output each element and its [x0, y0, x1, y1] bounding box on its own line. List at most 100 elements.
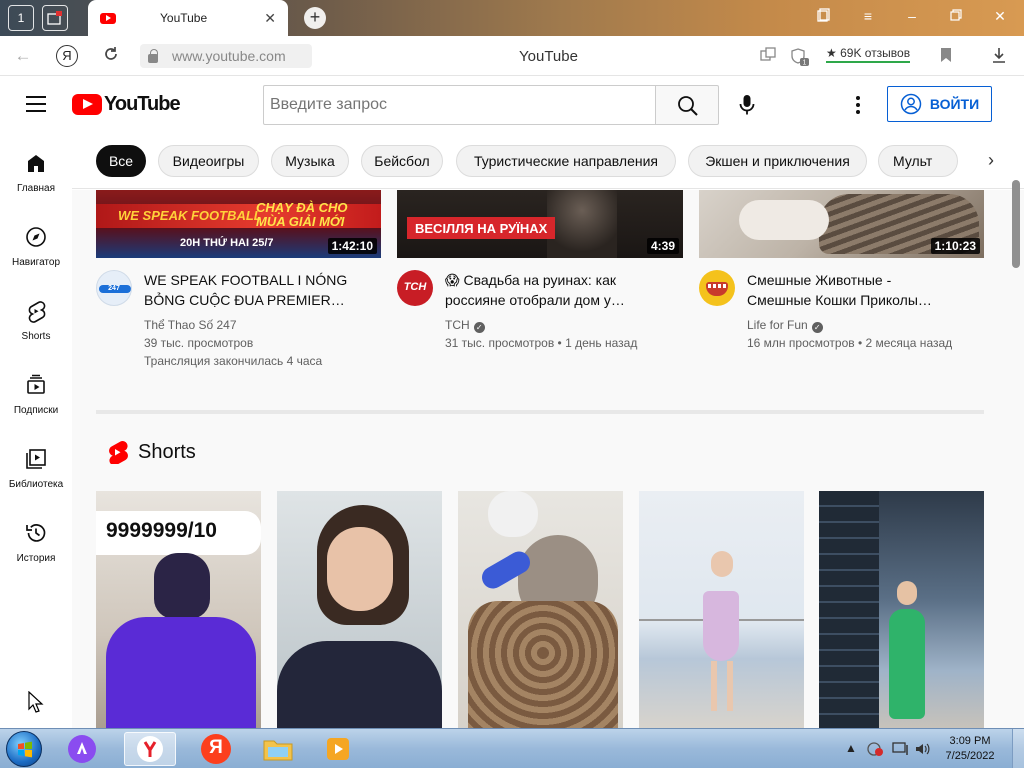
reviews-link[interactable]: ★ 69K отзывов [826, 46, 911, 63]
back-icon[interactable]: ← [12, 46, 34, 66]
restore-icon[interactable] [946, 8, 966, 24]
chip-all[interactable]: Все [96, 145, 146, 177]
chip-action-adventure[interactable]: Экшен и приключения [688, 145, 867, 177]
verified-icon: ✓ [811, 322, 823, 333]
menu-icon[interactable]: ≡ [858, 8, 878, 24]
youtube-header: YouTube ВОЙТИ [0, 77, 1024, 133]
close-tab-icon[interactable]: ✕ [264, 10, 276, 27]
short-item[interactable] [639, 491, 804, 728]
tab-counter: 1 [17, 11, 25, 25]
channel-avatar[interactable] [699, 270, 735, 306]
page-title: YouTube [519, 48, 578, 65]
page-scrollbar[interactable] [1012, 180, 1020, 268]
bookmark-icon[interactable] [940, 47, 952, 67]
upload-age: Трансляция закончилась 4 часа [144, 354, 323, 368]
video-title[interactable]: Смешные Животные - Смешные Кошки Приколы… [747, 270, 932, 310]
channel-name[interactable]: Life for Fun [747, 318, 808, 332]
tray-network-alert-icon[interactable] [866, 741, 884, 760]
sign-in-button[interactable]: ВОЙТИ [887, 86, 992, 122]
taskbar-yandex-browser[interactable] [124, 732, 176, 766]
account-icon [900, 93, 922, 115]
search-input[interactable] [263, 85, 656, 125]
video-duration: 1:42:10 [327, 238, 377, 254]
short-item[interactable] [458, 491, 623, 728]
search-button[interactable] [655, 85, 719, 125]
yandex-button[interactable]: Я [56, 45, 78, 67]
start-button[interactable] [6, 731, 42, 767]
minimize-icon[interactable]: – [902, 8, 922, 24]
tab-youtube[interactable]: YouTube ✕ [88, 0, 288, 36]
channel-avatar[interactable]: ТСН [397, 270, 433, 306]
chip-travel[interactable]: Туристические направления [456, 145, 676, 177]
compass-icon [26, 227, 46, 247]
video-duration: 4:39 [646, 238, 679, 254]
guide-item-library[interactable]: Библиотека [0, 437, 72, 511]
chip-cartoons[interactable]: Мульт [878, 145, 958, 177]
subscriptions-icon [27, 374, 45, 394]
url-field[interactable]: www.youtube.com [140, 44, 312, 68]
channel-name[interactable]: ТСН [445, 318, 470, 332]
system-clock[interactable]: 3:09 PM 7/25/2022 [938, 734, 1002, 764]
youtube-logo[interactable]: YouTube [72, 93, 181, 116]
tabs-manager-icon[interactable] [42, 5, 68, 31]
short-item[interactable]: 9999999/10 [96, 491, 261, 728]
channel-name[interactable]: Thể Thao Số 247 [144, 318, 237, 332]
guide-label-home: Главная [16, 183, 56, 194]
voice-search-button[interactable] [731, 89, 763, 121]
download-icon[interactable] [992, 47, 1006, 67]
shorts-shelf-header: Shorts [106, 440, 196, 464]
tray-expand-icon[interactable]: ▲ [845, 741, 857, 755]
short-item[interactable] [819, 491, 984, 728]
video-duration: 1:10:23 [930, 238, 980, 254]
show-desktop-button[interactable] [1012, 729, 1024, 768]
bookmarks-panel-icon[interactable] [814, 8, 834, 25]
settings-more-icon[interactable] [848, 93, 868, 117]
translate-icon[interactable] [760, 47, 776, 67]
tray-monitor-icon[interactable] [892, 741, 910, 760]
tray-volume-icon[interactable] [914, 741, 932, 760]
guide-item-subscriptions[interactable]: Подписки [0, 363, 72, 437]
svg-text:1: 1 [803, 60, 807, 67]
short-item[interactable] [277, 491, 442, 728]
video-thumbnail[interactable]: ВЕСІЛЛЯ НА РУЇНАХ 4:39 [397, 190, 683, 258]
sign-in-label: ВОЙТИ [929, 96, 980, 112]
verified-icon: ✓ [473, 322, 485, 333]
guide-item-home[interactable]: Главная [0, 141, 72, 215]
short-overlay-text: 9999999/10 [106, 519, 217, 542]
taskbar-media-player[interactable] [312, 732, 364, 766]
video-thumbnail[interactable]: WE SPEAK FOOTBALL CHẠY ĐÀ CHO MÙA GIẢI M… [96, 190, 381, 258]
media-player-icon [327, 738, 349, 760]
lock-icon[interactable] [148, 48, 158, 63]
taskbar-yandex[interactable]: Я [190, 732, 242, 766]
video-title[interactable]: 😱 Свадьба на руинах: как россияне отобра… [445, 270, 625, 310]
view-count: 39 тыс. просмотров [144, 336, 254, 350]
video-title-line: Смешные Кошки Приколы… [747, 292, 932, 308]
close-window-icon[interactable]: ✕ [990, 8, 1010, 25]
guide-item-history[interactable]: История [0, 511, 72, 585]
taskbar-explorer[interactable] [252, 732, 304, 766]
tab-counter-button[interactable]: 1 [8, 5, 34, 31]
guide-item-explore[interactable]: Навигатор [0, 215, 72, 289]
thumbnail-text: CHẠY ĐÀ CHO MÙA GIẢI MỚI [256, 200, 348, 229]
protect-shield-icon[interactable]: 1 [790, 47, 810, 71]
chip-music[interactable]: Музыка [271, 145, 349, 177]
video-meta: Thể Thao Số 247 39 тыс. просмотров Транс… [144, 316, 322, 370]
chips-next-arrow-icon[interactable]: › [988, 150, 994, 171]
chip-videogames[interactable]: Видеоигры [158, 145, 259, 177]
chip-baseball[interactable]: Бейсбол [361, 145, 443, 177]
guide-label-library: Библиотека [8, 479, 64, 490]
video-title-line: россияне отобрали дом у… [445, 292, 625, 308]
guide-menu-icon[interactable] [26, 96, 46, 112]
youtube-favicon-icon [100, 12, 116, 24]
alice-assistant-button[interactable] [56, 732, 108, 766]
guide-item-shorts[interactable]: Shorts [0, 289, 72, 363]
section-divider [96, 410, 984, 414]
video-title[interactable]: WE SPEAK FOOTBALL I NÓNG BỎNG CUỘC ĐUA P… [144, 270, 347, 310]
youtube-logo-text: YouTube [104, 93, 181, 115]
reload-icon[interactable] [100, 46, 122, 67]
view-count: 16 млн просмотров [747, 336, 855, 350]
new-tab-button[interactable]: + [304, 7, 326, 29]
channel-avatar[interactable]: 247 [96, 270, 132, 306]
main-content: WE SPEAK FOOTBALL CHẠY ĐÀ CHO MÙA GIẢI M… [72, 190, 1024, 728]
video-thumbnail[interactable]: 1:10:23 [699, 190, 984, 258]
